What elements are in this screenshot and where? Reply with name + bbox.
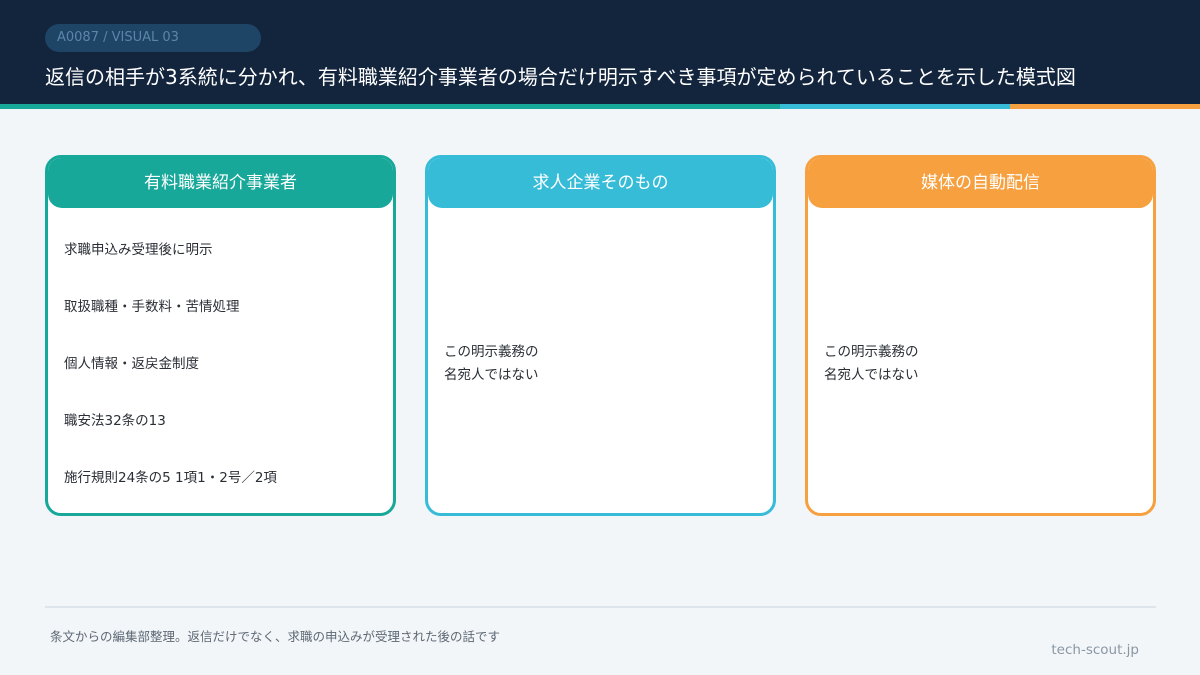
card-item: 求職申込み受理後に明示 — [64, 242, 213, 258]
card-note-line: 名宛人ではない — [444, 367, 539, 383]
page-title: 返信の相手が3系統に分かれ、有料職業紹介事業者の場合だけ明示すべき事項が定められ… — [45, 65, 1076, 89]
card-paid-placement-agency: 有料職業紹介事業者 求職申込み受理後に明示 取扱職種・手数料・苦情処理 個人情報… — [45, 155, 396, 516]
card-hiring-company: 求人企業そのもの この明示義務の 名宛人ではない — [425, 155, 776, 516]
card-title: 求人企業そのもの — [428, 158, 773, 208]
slide-id-badge: A0087 / VISUAL 03 — [45, 24, 261, 52]
card-title: 有料職業紹介事業者 — [48, 158, 393, 208]
card-item: 施行規則24条の5 1項1・2号／2項 — [64, 470, 277, 486]
header-bar: A0087 / VISUAL 03 返信の相手が3系統に分かれ、有料職業紹介事業… — [0, 0, 1200, 104]
footer-divider — [45, 606, 1156, 608]
card-item: 個人情報・返戻金制度 — [64, 356, 199, 372]
card-note: この明示義務の 名宛人ではない — [444, 341, 539, 387]
card-item: 取扱職種・手数料・苦情処理 — [64, 299, 240, 315]
accent-stripe-cyan — [780, 104, 1010, 109]
card-item: 職安法32条の13 — [64, 413, 166, 429]
card-note-line: 名宛人ではない — [824, 367, 919, 383]
card-title: 媒体の自動配信 — [808, 158, 1153, 208]
card-note-line: この明示義務の — [444, 344, 539, 360]
card-note-line: この明示義務の — [824, 344, 919, 360]
accent-stripe-orange — [1010, 104, 1200, 109]
card-note: この明示義務の 名宛人ではない — [824, 341, 919, 387]
accent-stripe-teal — [0, 104, 780, 109]
site-credit: tech-scout.jp — [1051, 642, 1139, 658]
card-media-auto-delivery: 媒体の自動配信 この明示義務の 名宛人ではない — [805, 155, 1156, 516]
footnote: 条文からの編集部整理。返信だけでなく、求職の申込みが受理された後の話です — [50, 629, 501, 644]
